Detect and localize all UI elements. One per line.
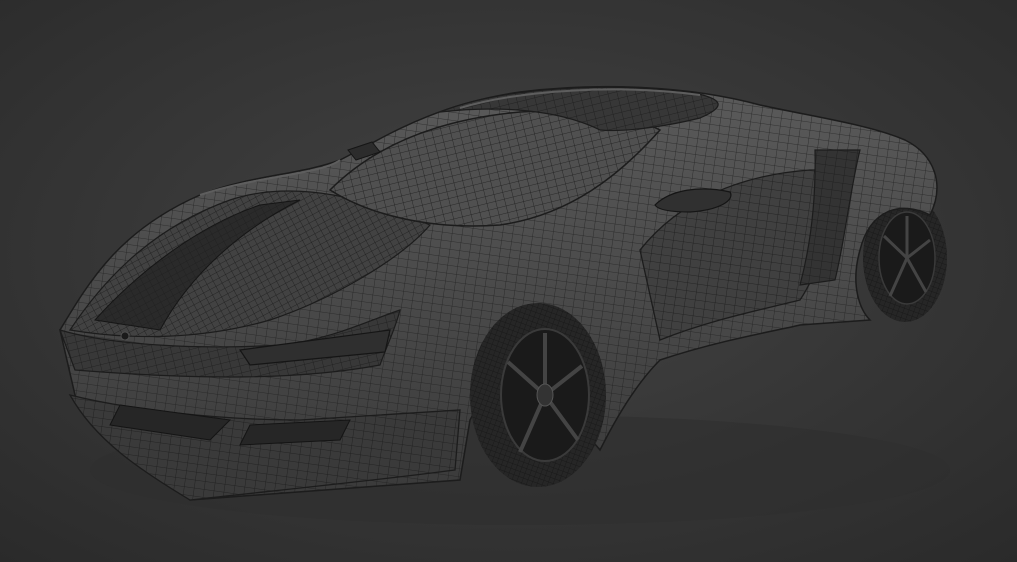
3d-viewport[interactable] — [0, 0, 1017, 562]
hood-badge — [120, 331, 130, 341]
front-hub — [536, 383, 554, 407]
front-wheel[interactable] — [470, 303, 606, 487]
render-canvas[interactable] — [0, 0, 1017, 562]
